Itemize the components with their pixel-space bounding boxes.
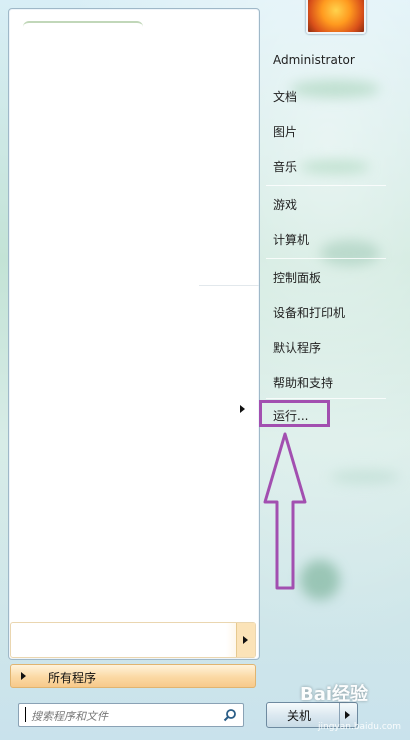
programs-pane — [8, 8, 260, 660]
chevron-right-icon — [243, 636, 248, 644]
menu-item-devices-printers[interactable]: 设备和打印机 — [273, 304, 345, 321]
run-highlight-annotation — [259, 400, 330, 427]
search-input[interactable]: 搜索程序和文件 — [18, 703, 244, 727]
chevron-right-icon[interactable] — [240, 405, 245, 413]
menu-item-user[interactable]: Administrator — [273, 53, 355, 67]
menu-separator — [266, 258, 386, 259]
menu-item-documents[interactable]: 文档 — [273, 88, 297, 105]
menu-item-games[interactable]: 游戏 — [273, 196, 297, 213]
chevron-right-icon[interactable] — [345, 711, 350, 719]
search-icon[interactable] — [223, 708, 237, 722]
all-programs-label: 所有程序 — [48, 671, 97, 685]
chevron-right-icon — [21, 672, 26, 680]
shutdown-label: 关机 — [287, 709, 312, 723]
watermark-logo: Bai经验 — [300, 684, 369, 705]
pane-divider — [199, 285, 259, 286]
blur-shape — [290, 80, 380, 98]
all-programs-button[interactable]: 所有程序 — [10, 664, 256, 688]
blur-shape — [300, 160, 370, 174]
menu-item-music[interactable]: 音乐 — [273, 158, 297, 175]
search-placeholder: 搜索程序和文件 — [31, 710, 108, 723]
menu-item-pictures[interactable]: 图片 — [273, 123, 297, 140]
menu-separator — [266, 398, 386, 399]
user-avatar[interactable] — [306, 0, 366, 34]
up-arrow-annotation-icon — [263, 432, 307, 590]
jumplist-button[interactable] — [236, 623, 255, 657]
pinned-logo-strip — [23, 21, 143, 33]
menu-item-control-panel[interactable]: 控制面板 — [273, 269, 321, 286]
recent-program-item[interactable] — [10, 622, 256, 658]
blur-shape — [320, 240, 380, 266]
text-caret — [25, 707, 26, 722]
watermark-url: jingyan.baidu.com — [318, 722, 402, 732]
menu-item-computer[interactable]: 计算机 — [273, 231, 309, 248]
menu-item-help-support[interactable]: 帮助和支持 — [273, 374, 333, 391]
menu-separator — [266, 185, 386, 186]
blur-shape — [330, 470, 400, 484]
menu-item-default-programs[interactable]: 默认程序 — [273, 339, 321, 356]
